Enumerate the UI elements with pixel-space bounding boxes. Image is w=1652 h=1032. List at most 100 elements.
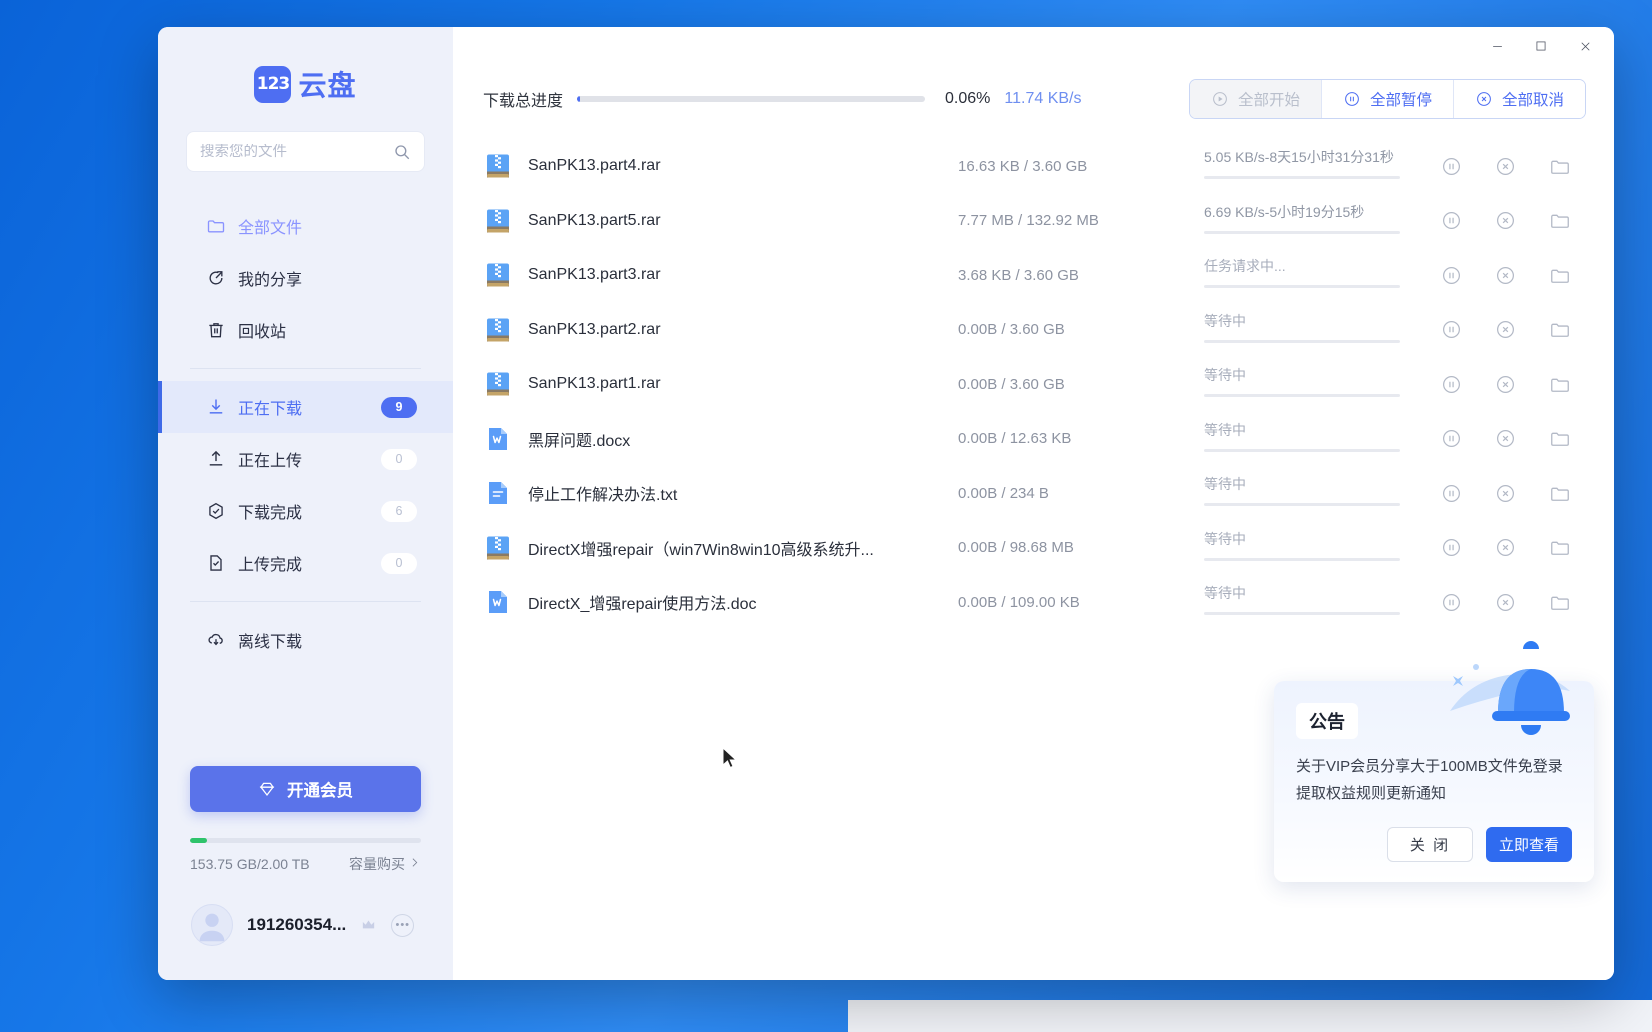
sidebar-item-recycle-bin[interactable]: 回收站	[158, 304, 453, 356]
cancel-all-button[interactable]: 全部取消	[1452, 80, 1585, 118]
folder-open-icon[interactable]	[1549, 537, 1570, 558]
more-horizontal-icon[interactable]: •••	[391, 913, 415, 937]
close-circle-icon[interactable]	[1495, 210, 1516, 231]
upload-icon	[206, 449, 226, 469]
rar-file-icon	[485, 371, 511, 397]
close-circle-icon[interactable]	[1495, 374, 1516, 395]
minimize-button[interactable]	[1476, 31, 1518, 61]
folder-open-icon[interactable]	[1549, 265, 1570, 286]
folder-open-icon[interactable]	[1549, 156, 1570, 177]
table-row[interactable]: 停止工作解决办法.txt 0.00B / 234 B 等待中	[453, 466, 1614, 521]
pause-all-button[interactable]: 全部暂停	[1320, 80, 1453, 118]
sidebar-item-label: 上传完成	[238, 557, 303, 574]
table-row[interactable]: SanPK13.part5.rar 7.77 MB / 132.92 MB 6.69…	[453, 194, 1614, 249]
file-status: 等待中	[1204, 583, 1400, 621]
close-circle-icon[interactable]	[1495, 319, 1516, 340]
search-input[interactable]	[200, 143, 393, 160]
pause-circle-icon[interactable]	[1441, 428, 1462, 449]
file-status: 等待中	[1204, 474, 1400, 512]
folder-open-icon[interactable]	[1549, 592, 1570, 613]
maximize-button[interactable]	[1520, 31, 1562, 61]
sidebar-item-download-complete[interactable]: 下载完成 6	[158, 485, 453, 537]
pause-circle-icon[interactable]	[1441, 265, 1462, 286]
file-status-text: 6.69 KB/s-5小时19分15秒	[1204, 203, 1365, 220]
table-row[interactable]: DirectX_增强repair使用方法.doc 0.00B / 109.00 K…	[453, 575, 1614, 630]
sidebar-item-label: 回收站	[238, 324, 287, 341]
sidebar-nav: 全部文件 我的分享 回收站 正在下载 9 正在上传 0 下载完成 6 上传完成 …	[158, 200, 453, 666]
start-all-label: 全部开始	[1237, 92, 1300, 109]
table-row[interactable]: SanPK13.part3.rar 3.68 KB / 3.60 GB 任务请求中.…	[453, 248, 1614, 303]
file-progress-bar	[1204, 557, 1400, 561]
file-check-icon	[206, 553, 226, 573]
pause-circle-icon[interactable]	[1441, 156, 1462, 177]
search-icon[interactable]	[393, 143, 411, 161]
file-name: 黑屏问题.docx	[528, 432, 631, 450]
rar-file-icon	[485, 208, 511, 234]
close-circle-icon[interactable]	[1495, 428, 1516, 449]
close-circle-icon[interactable]	[1495, 156, 1516, 177]
close-circle-icon[interactable]	[1495, 537, 1516, 558]
sidebar-item-upload-complete[interactable]: 上传完成 0	[158, 537, 453, 589]
table-row[interactable]: SanPK13.part2.rar 0.00B / 3.60 GB 等待中	[453, 303, 1614, 358]
file-status-text: 任务请求中...	[1204, 258, 1286, 275]
user-profile[interactable]: 191260354... •••	[191, 904, 453, 946]
total-speed: 11.74 KB/s	[1004, 90, 1082, 107]
app-window: 123 云盘 全部文件	[158, 27, 1614, 980]
buy-storage-link[interactable]: 容量购买	[349, 854, 421, 874]
avatar[interactable]	[191, 904, 233, 946]
folder-open-icon[interactable]	[1549, 428, 1570, 449]
close-circle-icon[interactable]	[1495, 265, 1516, 286]
file-status-text: 等待中	[1204, 585, 1246, 602]
total-progress-percent: 0.06%	[945, 90, 991, 107]
sidebar-item-downloading[interactable]: 正在下载 9	[158, 381, 453, 433]
table-row[interactable]: DirectX增强repair（win7Win8win10高级系统升... 0.0…	[453, 521, 1614, 576]
sidebar-item-label: 正在下载	[238, 401, 303, 418]
folder-open-icon[interactable]	[1549, 374, 1570, 395]
close-circle-icon[interactable]	[1495, 483, 1516, 504]
sidebar-divider-1	[190, 368, 421, 369]
sidebar-item-all-files[interactable]: 全部文件	[158, 200, 453, 252]
pause-circle-icon[interactable]	[1441, 537, 1462, 558]
file-name: DirectX增强repair（win7Win8win10高级系统升...	[528, 541, 874, 559]
storage-progress-fill	[190, 838, 208, 843]
start-all-button[interactable]: 全部开始	[1189, 80, 1321, 118]
announcement-view-button[interactable]: 立即查看	[1486, 827, 1572, 862]
table-row[interactable]: 黑屏问题.docx 0.00B / 12.63 KB 等待中	[453, 412, 1614, 467]
open-vip-button[interactable]: 开通会员	[190, 766, 421, 812]
folder-open-icon[interactable]	[1549, 210, 1570, 231]
pause-circle-icon[interactable]	[1441, 483, 1462, 504]
pause-circle-icon[interactable]	[1441, 319, 1462, 340]
file-size: 0.00B / 3.60 GB	[958, 375, 1065, 393]
table-row[interactable]: SanPK13.part1.rar 0.00B / 3.60 GB 等待中	[453, 357, 1614, 412]
close-circle-icon[interactable]	[1495, 592, 1516, 613]
row-actions	[1441, 210, 1614, 231]
file-status: 等待中	[1204, 529, 1400, 567]
window-titlebar	[453, 27, 1614, 65]
file-status-text: 等待中	[1204, 312, 1246, 329]
pause-circle-icon[interactable]	[1441, 592, 1462, 613]
file-progress-bar	[1204, 503, 1400, 507]
file-name: SanPK13.part1.rar	[528, 375, 661, 393]
table-row[interactable]: SanPK13.part4.rar 16.63 KB / 3.60 GB 5.05 …	[453, 139, 1614, 194]
folder-open-icon[interactable]	[1549, 319, 1570, 340]
folder-open-icon[interactable]	[1549, 483, 1570, 504]
file-status: 6.69 KB/s-5小时19分15秒	[1204, 202, 1400, 240]
total-progress-bar	[577, 96, 926, 102]
close-button[interactable]	[1564, 31, 1606, 61]
sidebar-item-my-shares[interactable]: 我的分享	[158, 252, 453, 304]
pause-circle-icon[interactable]	[1441, 210, 1462, 231]
file-name: 停止工作解决办法.txt	[528, 487, 678, 505]
file-name: SanPK13.part5.rar	[528, 211, 661, 229]
pause-circle-icon[interactable]	[1441, 374, 1462, 395]
file-size: 0.00B / 98.68 MB	[958, 539, 1074, 557]
announcement-close-button[interactable]: 关 闭	[1387, 827, 1473, 862]
file-status-text: 等待中	[1204, 530, 1246, 547]
sidebar-item-offline-download[interactable]: 离线下载	[158, 614, 453, 666]
file-progress-bar	[1204, 448, 1400, 452]
file-progress-bar	[1204, 285, 1400, 289]
vip-crown-icon	[360, 917, 377, 934]
search-box[interactable]	[186, 131, 425, 172]
row-actions	[1441, 319, 1614, 340]
file-progress-bar	[1204, 230, 1400, 234]
sidebar-item-uploading[interactable]: 正在上传 0	[158, 433, 453, 485]
